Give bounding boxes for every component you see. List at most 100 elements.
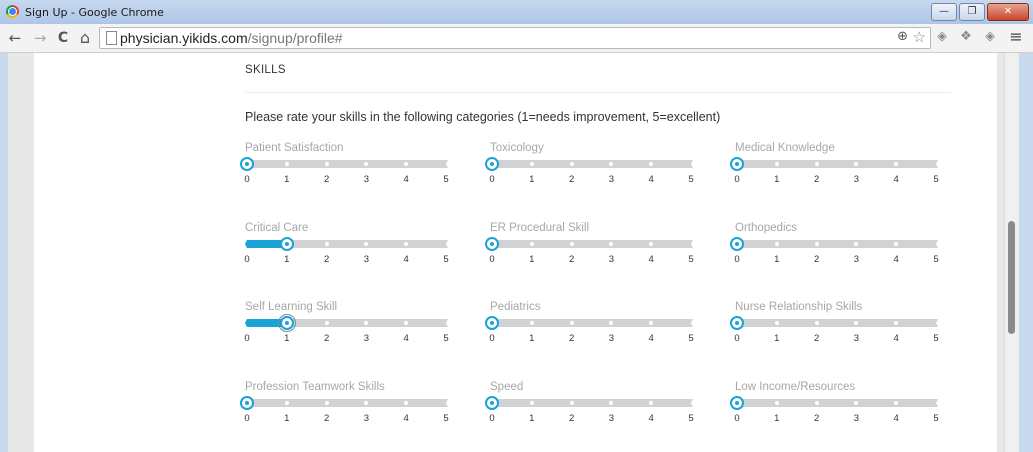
skill-label: Orthopedics xyxy=(735,222,798,234)
forward-button[interactable]: → xyxy=(30,28,50,48)
slider-tick-label: 3 xyxy=(608,413,615,424)
slider-tick-label: 2 xyxy=(568,333,575,344)
slider-track[interactable] xyxy=(490,240,693,248)
skill-slider-profession-teamwork-skills: Profession Teamwork Skills 0 1 2 3 4 5 xyxy=(240,381,455,431)
slider-track[interactable] xyxy=(245,319,448,327)
slider-step-dot xyxy=(814,242,819,246)
slider-tick-label: 5 xyxy=(933,333,939,344)
home-button[interactable]: ⌂ xyxy=(75,28,95,48)
url-text[interactable]: physician.yikids.com/signup/profile# xyxy=(120,30,343,46)
scrollbar-thumb[interactable] xyxy=(1008,221,1015,334)
slider-tick-label: 5 xyxy=(443,174,449,185)
slider-track[interactable] xyxy=(490,319,693,327)
slider-tick-label: 1 xyxy=(284,174,290,185)
slider-track[interactable] xyxy=(490,160,693,168)
extension-icon-2[interactable]: ❖ xyxy=(959,30,973,44)
slider-tick-label: 4 xyxy=(648,413,654,424)
chrome-logo-icon xyxy=(6,5,19,18)
heading-divider xyxy=(245,92,951,93)
slider-step-dot xyxy=(529,321,534,325)
slider-tick-label: 3 xyxy=(363,333,370,344)
slider-track[interactable] xyxy=(735,399,938,407)
slider-handle[interactable] xyxy=(485,396,499,410)
slider-tick-label: 4 xyxy=(403,413,409,424)
extension-icon-1[interactable]: ◈ xyxy=(935,30,949,44)
slider-handle[interactable] xyxy=(240,396,254,410)
slider-tick-label: 1 xyxy=(774,333,780,344)
slider-track[interactable] xyxy=(245,160,448,168)
slider-handle[interactable] xyxy=(485,237,499,251)
slider-track[interactable] xyxy=(490,399,693,407)
skill-label: Nurse Relationship Skills xyxy=(735,301,863,313)
slider-handle[interactable] xyxy=(730,316,744,330)
slider-track[interactable] xyxy=(735,240,938,248)
slider-step-dot xyxy=(324,401,329,405)
slider-tick-label: 4 xyxy=(648,333,654,344)
bookmark-star-icon[interactable]: ☆ xyxy=(913,28,926,46)
slider-step-dot xyxy=(529,242,534,246)
slider-track[interactable] xyxy=(735,160,938,168)
restore-button[interactable]: ❐ xyxy=(959,3,985,21)
slider-step-dot xyxy=(814,401,819,405)
signup-profile-card: SKILLS Please rate your skills in the fo… xyxy=(34,53,997,452)
menu-icon[interactable]: ≡ xyxy=(1009,29,1023,45)
skill-label: ER Procedural Skill xyxy=(490,222,590,234)
slider-handle[interactable] xyxy=(730,237,744,251)
slider-tick-label: 3 xyxy=(853,254,860,265)
slider-track[interactable] xyxy=(735,319,938,327)
slider-tick-label: 3 xyxy=(853,333,860,344)
slider-tick-label: 5 xyxy=(688,174,694,185)
browser-toolbar: ← → C ⌂ physician.yikids.com/signup/prof… xyxy=(0,24,1033,53)
reload-button[interactable]: C xyxy=(53,28,73,48)
slider-tick-label: 5 xyxy=(688,254,694,265)
window-title: Sign Up - Google Chrome xyxy=(25,6,164,19)
extension-icon-3[interactable]: ◈ xyxy=(983,30,997,44)
address-bar[interactable]: physician.yikids.com/signup/profile# ⊕ ☆ xyxy=(99,27,931,49)
slider-tick-label: 1 xyxy=(774,254,780,265)
page-icon xyxy=(106,31,117,45)
slider-tick-label: 5 xyxy=(688,413,694,424)
skill-label: Toxicology xyxy=(490,142,544,154)
slider-tick-label: 0 xyxy=(734,254,740,265)
url-path: /signup/profile# xyxy=(247,30,343,46)
slider-tick-label: 1 xyxy=(774,413,780,424)
url-host: physician.yikids.com xyxy=(120,30,248,46)
slider-handle[interactable] xyxy=(277,314,296,332)
slider-tick-label: 2 xyxy=(813,333,820,344)
slider-step-dot xyxy=(774,242,779,246)
slider-tick-label: 4 xyxy=(893,333,899,344)
slider-handle[interactable] xyxy=(485,157,499,171)
slider-tick-label: 4 xyxy=(893,174,899,185)
slider-handle[interactable] xyxy=(240,157,254,171)
slider-tick-label: 3 xyxy=(853,174,860,185)
slider-step-dot xyxy=(324,321,329,325)
slider-tick-label: 1 xyxy=(529,174,535,185)
slider-track[interactable] xyxy=(245,240,448,248)
slider-tick-label: 1 xyxy=(774,174,780,185)
slider-tick-label: 3 xyxy=(853,413,860,424)
slider-tick-label: 2 xyxy=(813,174,820,185)
slider-handle[interactable] xyxy=(730,396,744,410)
slider-tick-label: 2 xyxy=(323,413,330,424)
slider-handle[interactable] xyxy=(485,316,499,330)
slider-step-dot xyxy=(774,321,779,325)
close-button[interactable]: ✕ xyxy=(987,3,1029,21)
skill-slider-speed: Speed 0 1 2 3 4 5 xyxy=(485,381,700,431)
slider-handle[interactable] xyxy=(279,237,294,251)
vertical-scrollbar[interactable] xyxy=(1004,53,1019,452)
slider-tick-label: 3 xyxy=(363,413,370,424)
zoom-icon[interactable]: ⊕ xyxy=(897,29,908,44)
window-border-left xyxy=(0,53,8,452)
slider-step-dot xyxy=(284,401,289,405)
slider-tick-label: 5 xyxy=(443,333,449,344)
slider-tick-label: 2 xyxy=(568,413,575,424)
slider-tick-label: 0 xyxy=(489,333,495,344)
slider-step-dot xyxy=(324,242,329,246)
skill-slider-patient-satisfaction: Patient Satisfaction 0 1 2 3 4 5 xyxy=(240,142,455,192)
slider-track[interactable] xyxy=(245,399,448,407)
slider-tick-label: 3 xyxy=(608,254,615,265)
minimize-button[interactable]: — xyxy=(931,3,957,21)
slider-handle[interactable] xyxy=(730,157,744,171)
back-button[interactable]: ← xyxy=(5,28,25,48)
slider-tick-label: 0 xyxy=(489,413,495,424)
